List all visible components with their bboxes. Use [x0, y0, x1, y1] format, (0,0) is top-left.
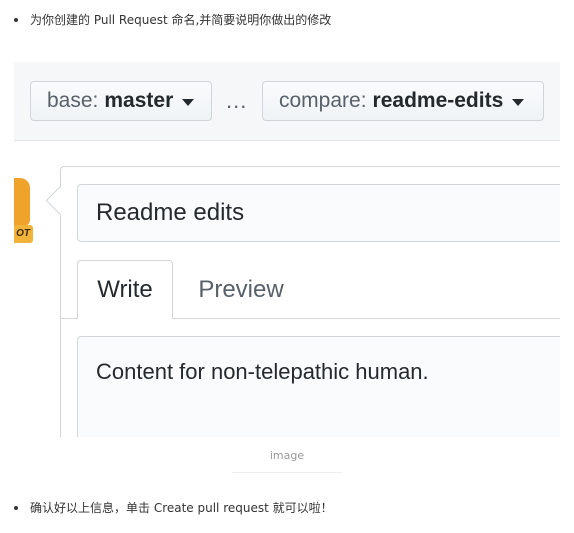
intro-bullet: 为你创建的 Pull Request 命名,并简要说明你做出的修改 [14, 12, 331, 28]
confirm-bullet-text: 确认好以上信息，单击 Create pull request 就可以啦！ [30, 501, 333, 515]
tab-preview[interactable]: Preview [186, 260, 296, 319]
image-caption: image [269, 449, 305, 462]
base-branch-select[interactable]: base: master [30, 81, 212, 121]
branch-compare-bar: base: master ... compare: readme-edits [14, 62, 560, 141]
caret-down-icon [512, 98, 525, 106]
compare-prefix: compare: [279, 89, 367, 112]
github-pr-screenshot: base: master ... compare: readme-edits O… [14, 62, 560, 437]
caption-divider [232, 472, 342, 473]
confirm-bullet: 确认好以上信息，单击 Create pull request 就可以啦！ [14, 500, 333, 516]
pr-title-input[interactable] [77, 184, 560, 242]
bullet-dot [14, 18, 18, 22]
base-prefix: base: [47, 89, 99, 112]
pr-body-textarea[interactable]: Content for non-telepathic human. [77, 336, 560, 437]
base-branch-name: master [104, 89, 174, 112]
bullet-dot [14, 506, 18, 510]
caret-down-icon [182, 98, 195, 106]
avatar-tag: OT [14, 225, 33, 243]
compare-branch-select[interactable]: compare: readme-edits [262, 81, 544, 121]
compare-branch-name: readme-edits [372, 89, 504, 112]
branch-separator: ... [226, 88, 248, 113]
tab-write[interactable]: Write [77, 260, 173, 319]
intro-bullet-text: 为你创建的 Pull Request 命名,并简要说明你做出的修改 [30, 13, 332, 27]
avatar: OT [14, 178, 33, 244]
avatar-head-icon [14, 178, 30, 226]
